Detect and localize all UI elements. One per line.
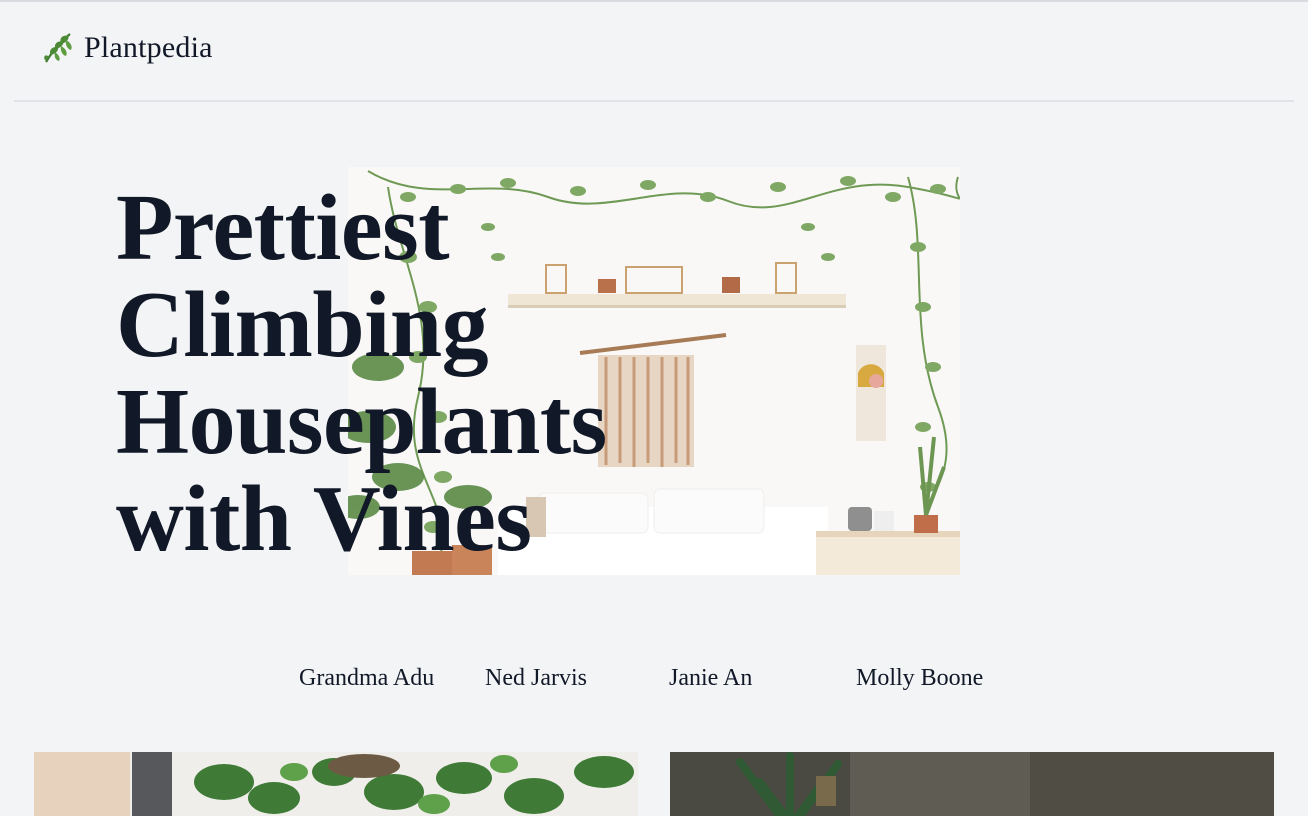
hero-title-line: Climbing — [116, 273, 489, 377]
author-list: Grandma Adu Ned Jarvis Janie An Molly Bo… — [0, 661, 1308, 697]
hero-title-line: with Vines — [116, 467, 532, 571]
leaf-icon — [40, 30, 76, 66]
hero-title-line: Prettiest — [116, 176, 450, 280]
author-link[interactable]: Molly Boone — [856, 661, 983, 695]
article-card-image[interactable] — [34, 752, 638, 816]
article-card-image[interactable] — [670, 752, 1274, 816]
author-link[interactable]: Janie An — [669, 661, 752, 695]
page: Plantpedia Prettiest Climbing Houseplant… — [0, 0, 1308, 816]
hero-title-line: Houseplants — [116, 370, 607, 474]
site-header: Plantpedia — [14, 2, 1294, 102]
author-link[interactable]: Ned Jarvis — [485, 661, 587, 695]
brand-name: Plantpedia — [84, 31, 213, 64]
brand-link[interactable]: Plantpedia — [40, 30, 213, 66]
hero: Prettiest Climbing Houseplants with Vine… — [0, 100, 1308, 620]
hero-title: Prettiest Climbing Houseplants with Vine… — [116, 180, 676, 568]
author-link[interactable]: Grandma Adu — [299, 661, 434, 695]
